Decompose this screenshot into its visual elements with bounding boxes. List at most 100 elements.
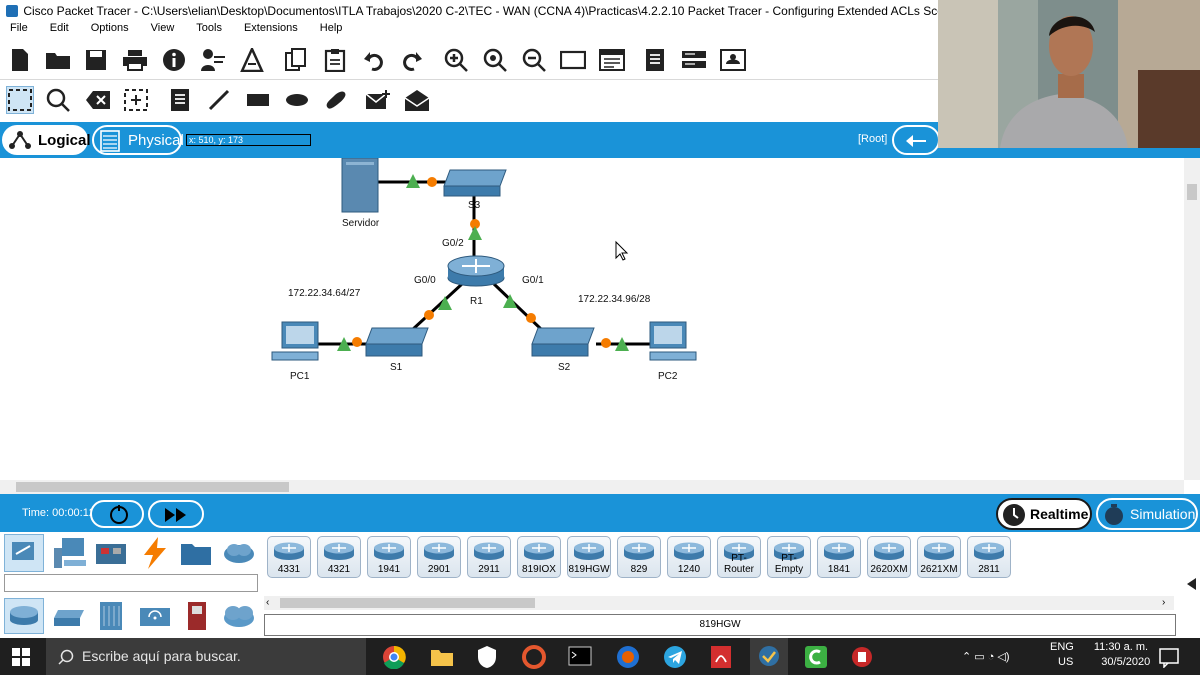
camtasia-icon[interactable] [804, 645, 828, 669]
clock-date[interactable]: 30/5/2020 [1101, 655, 1150, 670]
router-r1-icon[interactable] [447, 255, 505, 287]
drawing-palette-icon[interactable] [559, 46, 587, 74]
horizontal-scroll-thumb[interactable] [16, 482, 289, 492]
zoom-out-icon[interactable] [520, 46, 548, 74]
simulation-mode-button[interactable]: Simulation [1096, 498, 1198, 530]
inspect-icon[interactable] [44, 86, 72, 114]
end-devices-category[interactable] [52, 536, 88, 570]
router-model-829[interactable]: 829 [617, 536, 661, 578]
draw-line-icon[interactable] [205, 86, 233, 114]
router-model-2620xm[interactable]: 2620XM [867, 536, 911, 578]
device-rack-icon[interactable] [680, 46, 708, 74]
canvas-vertical-scrollbar[interactable] [1184, 158, 1200, 480]
add-simple-pdu-icon[interactable] [364, 86, 392, 114]
pdf-reader-icon[interactable] [710, 645, 732, 669]
taskbar-search-box[interactable]: Escribe aquí para buscar. [46, 638, 366, 675]
server-device-icon[interactable] [341, 157, 379, 213]
network-devices-category[interactable] [4, 534, 44, 572]
device-list-scroll-thumb[interactable] [280, 598, 535, 608]
pc1-device-icon[interactable] [271, 321, 319, 361]
file-explorer-icon[interactable] [430, 647, 454, 667]
panel-collapse-arrow-icon[interactable] [1184, 576, 1198, 592]
terminal-icon[interactable] [568, 646, 592, 666]
router-model-4331[interactable]: 4331 [267, 536, 311, 578]
hubs-subcategory[interactable] [96, 600, 126, 632]
place-note-icon[interactable] [166, 86, 194, 114]
windows-start-icon[interactable] [12, 648, 30, 666]
router-model-819iox[interactable]: 819IOX [517, 536, 561, 578]
security-shield-icon[interactable] [476, 645, 498, 669]
activity-wizard-icon[interactable] [238, 46, 266, 74]
input-language[interactable]: ENG [1050, 640, 1074, 655]
web-view-icon[interactable] [719, 46, 747, 74]
router-model-4321[interactable]: 4321 [317, 536, 361, 578]
router-model-pt-empty[interactable]: PT-Empty [767, 536, 811, 578]
scroll-right-arrow-icon[interactable]: › [1162, 597, 1165, 608]
menu-view[interactable]: View [151, 22, 175, 40]
select-icon[interactable] [6, 86, 34, 114]
wan-emulation-subcategory[interactable] [222, 602, 256, 630]
network-info-icon[interactable] [199, 46, 227, 74]
router-model-1240[interactable]: 1240 [667, 536, 711, 578]
routers-subcategory[interactable] [4, 598, 44, 634]
menu-edit[interactable]: Edit [50, 22, 69, 40]
menu-extensions[interactable]: Extensions [244, 22, 298, 40]
notifications-icon[interactable] [1158, 646, 1180, 669]
logical-tab[interactable]: Logical [2, 125, 91, 155]
switch-s3-icon[interactable] [443, 169, 507, 197]
root-breadcrumb[interactable]: [Root] [858, 133, 887, 145]
security-subcategory[interactable] [186, 600, 208, 632]
switches-subcategory[interactable] [52, 602, 86, 630]
router-model-819hgw[interactable]: 819HGW [567, 536, 611, 578]
logical-workspace-canvas[interactable]: Servidor S3 G0/2 G0/0 G0/1 R1 172.22.34.… [0, 157, 1184, 480]
paste-icon[interactable] [321, 46, 349, 74]
open-folder-icon[interactable] [44, 46, 72, 74]
switch-s2-icon[interactable] [531, 327, 595, 357]
router-model-2811[interactable]: 2811 [967, 536, 1011, 578]
input-region[interactable]: US [1058, 655, 1073, 670]
miscellaneous-category[interactable] [180, 538, 212, 568]
router-model-1941[interactable]: 1941 [367, 536, 411, 578]
pc2-device-icon[interactable] [649, 321, 697, 361]
physical-tab[interactable]: Physical [92, 125, 184, 155]
redo-icon[interactable] [398, 46, 426, 74]
copy-icon[interactable] [282, 46, 310, 74]
scroll-left-arrow-icon[interactable]: ‹ [266, 597, 269, 608]
firefox-icon[interactable] [616, 645, 640, 669]
clock-time[interactable]: 11:30 a. m. [1094, 640, 1148, 655]
undo-icon[interactable] [360, 46, 388, 74]
back-button[interactable] [892, 125, 940, 155]
resize-shape-icon[interactable] [122, 86, 150, 114]
recorder-app-icon[interactable] [850, 645, 874, 669]
draw-rectangle-icon[interactable] [244, 86, 272, 114]
clipboard-icon[interactable] [641, 46, 669, 74]
connections-category[interactable] [140, 536, 170, 570]
router-model-2621xm[interactable]: 2621XM [917, 536, 961, 578]
components-category[interactable] [95, 538, 127, 568]
menu-tools[interactable]: Tools [196, 22, 222, 40]
switch-s1-icon[interactable] [365, 327, 429, 357]
delete-icon[interactable] [84, 86, 112, 114]
fast-forward-button[interactable] [148, 500, 204, 528]
telegram-icon[interactable] [663, 645, 687, 669]
realtime-mode-button[interactable]: Realtime [996, 498, 1092, 530]
info-icon[interactable] [160, 46, 188, 74]
packet-tracer-taskbar-button[interactable] [750, 638, 788, 675]
router-model-2911[interactable]: 2911 [467, 536, 511, 578]
new-file-icon[interactable] [6, 46, 34, 74]
draw-ellipse-icon[interactable] [283, 86, 311, 114]
chrome-icon[interactable] [382, 645, 406, 670]
wireless-subcategory[interactable] [138, 602, 172, 630]
router-model-pt-router[interactable]: PT-Router [717, 536, 761, 578]
ccleaner-icon[interactable] [522, 645, 546, 669]
router-model-1841[interactable]: 1841 [817, 536, 861, 578]
zoom-reset-icon[interactable] [481, 46, 509, 74]
router-model-2901[interactable]: 2901 [417, 536, 461, 578]
zoom-in-icon[interactable] [442, 46, 470, 74]
power-cycle-button[interactable] [90, 500, 144, 528]
freeform-icon[interactable] [321, 86, 349, 114]
add-complex-pdu-icon[interactable] [403, 86, 431, 114]
multiuser-category[interactable] [222, 538, 256, 568]
print-icon[interactable] [121, 46, 149, 74]
menu-file[interactable]: File [10, 22, 28, 40]
